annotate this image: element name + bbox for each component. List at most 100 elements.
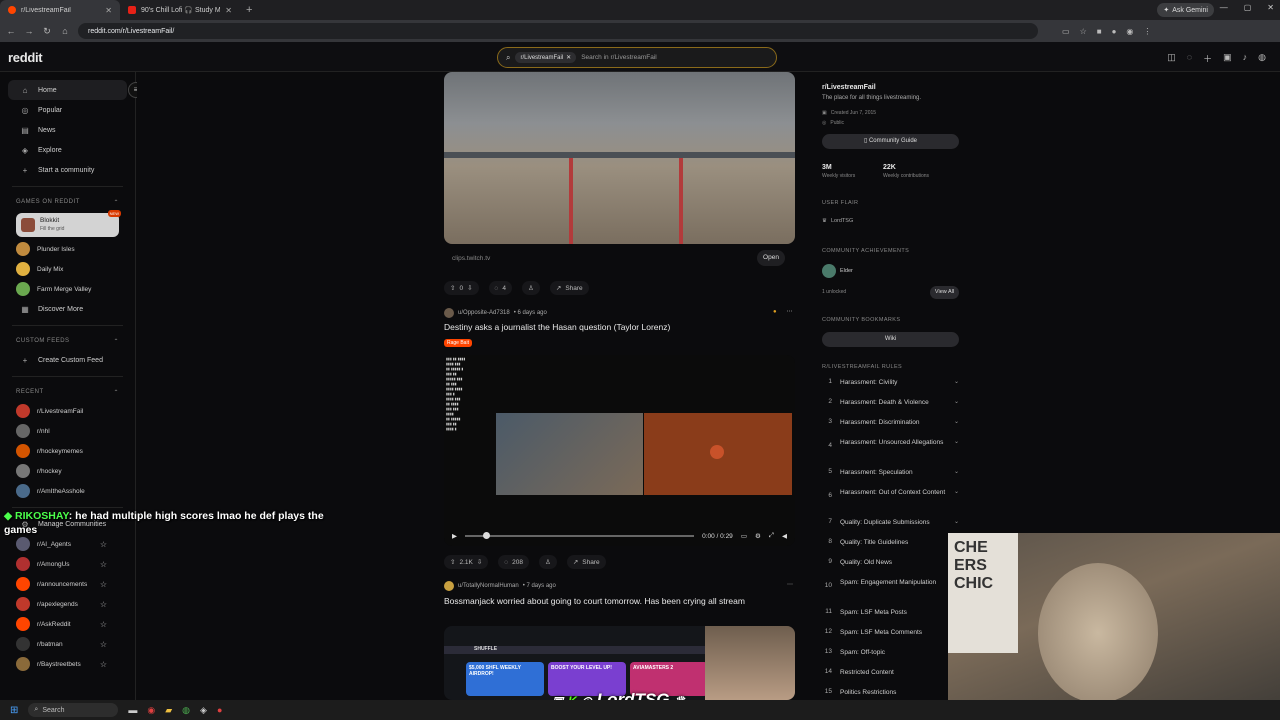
extension-icon[interactable]: ● xyxy=(1112,27,1117,36)
rule-item[interactable]: 2 Harassment: Death & Violence ⌄ xyxy=(822,398,959,407)
post-video-player[interactable]: ▮▮▮ ▮▮ ▮▮▮▮ ▮▮▮▮ ▮▮▮ ▮▮ ▮▮▮▮▮ ▮ ▮▮▮ ▮▮ ▮▮▮▮▮… xyxy=(444,355,795,546)
rule-item[interactable]: 7 Quality: Duplicate Submissions ⌄ xyxy=(822,518,959,527)
star-icon[interactable]: ☆ xyxy=(100,600,107,609)
sidebar-item-news[interactable]: ▤ News xyxy=(0,120,135,140)
notification-bell-icon[interactable]: ♪ xyxy=(1243,52,1248,65)
star-icon[interactable]: ☆ xyxy=(100,540,107,549)
wiki-button[interactable]: Wiki xyxy=(822,332,959,347)
downvote-icon[interactable]: ⇩ xyxy=(477,558,482,566)
widgets-icon[interactable]: ▬ xyxy=(128,705,137,715)
discover-more-link[interactable]: ▦ Discover More xyxy=(0,299,135,319)
community-item[interactable]: r/AskReddit ☆ xyxy=(0,614,135,634)
chat-icon[interactable]: ◌ xyxy=(1187,52,1192,65)
post-video-thumbnail[interactable] xyxy=(444,72,795,244)
award-button[interactable]: ♙ xyxy=(539,555,557,569)
rule-item[interactable]: 6 Harassment: Out of Context Content ⌄ xyxy=(822,488,959,499)
post-title[interactable]: Destiny asks a journalist the Hasan ques… xyxy=(444,322,670,332)
close-icon[interactable]: ✕ xyxy=(566,54,571,61)
community-guide-button[interactable]: ▯ Community Guide xyxy=(822,134,959,149)
star-icon[interactable]: ☆ xyxy=(100,560,107,569)
reload-icon[interactable]: ↻ xyxy=(42,26,52,37)
star-icon[interactable]: ☆ xyxy=(100,580,107,589)
sidebar-item-game[interactable]: Plunder Isles xyxy=(0,239,135,259)
award-button[interactable]: ♙ xyxy=(522,281,540,295)
games-section-header[interactable]: GAMES ON REDDIT ⌃ xyxy=(0,193,135,211)
rule-item[interactable]: 14 Restricted Content xyxy=(822,668,959,677)
sidebar-item-explore[interactable]: ◈ Explore xyxy=(0,140,135,160)
comments-button[interactable]: ◌ 208 xyxy=(498,555,530,569)
rule-item[interactable]: 10 Spam: Engagement Manipulation xyxy=(822,578,959,589)
rule-item[interactable]: 1 Harassment: Civility ⌄ xyxy=(822,378,959,387)
open-link-button[interactable]: Open xyxy=(757,250,785,266)
user-flair[interactable]: ♛ LordTSG xyxy=(822,218,853,224)
community-item[interactable]: r/apexlegends ☆ xyxy=(0,594,135,614)
cast-icon[interactable]: ▭ xyxy=(1062,27,1070,36)
sidebar-item-home[interactable]: ⌂ Home xyxy=(8,80,127,100)
rule-item[interactable]: 15 Politics Restrictions xyxy=(822,688,959,697)
menu-kebab-icon[interactable]: ⋮ xyxy=(1143,27,1151,36)
settings-icon[interactable]: ⚙ xyxy=(755,532,761,540)
captions-icon[interactable]: ▭ xyxy=(741,532,747,540)
close-icon[interactable]: ✕ xyxy=(105,6,112,15)
progress-knob[interactable] xyxy=(483,532,490,539)
close-icon[interactable]: ✕ xyxy=(225,6,232,15)
sidebar-item-game[interactable]: Farm Merge Valley xyxy=(0,279,135,299)
sidebar-item-start-community[interactable]: + Start a community xyxy=(0,160,135,180)
star-icon[interactable]: ☆ xyxy=(100,640,107,649)
subreddit-search-chip[interactable]: r/LivestreamFail ✕ xyxy=(515,52,577,63)
create-post-icon[interactable]: ＋ xyxy=(1203,52,1212,65)
app-icon[interactable]: ◈ xyxy=(200,705,207,716)
star-icon[interactable]: ☆ xyxy=(100,660,107,669)
post-flair[interactable]: Rage Bait xyxy=(444,339,472,347)
share-button[interactable]: ↗ Share xyxy=(549,281,589,295)
obs-icon[interactable]: ● xyxy=(217,705,222,715)
sidebar-item-popular[interactable]: ◎ Popular xyxy=(0,100,135,120)
post-video-thumbnail[interactable]: SHUFFLE $5,000 SHFL WEEKLY AIRDROP! BOOS… xyxy=(444,626,795,700)
share-button[interactable]: ↗ Share xyxy=(566,555,606,569)
post-author[interactable]: u/Opposite-Ad7318 xyxy=(458,310,510,316)
vote-control[interactable]: ⇧ 2.1K ⇩ xyxy=(444,555,489,569)
post-title[interactable]: Bossmanjack worried about going to court… xyxy=(444,596,745,606)
tab-livestreamfail[interactable]: r/LivestreamFail ✕ xyxy=(0,0,120,20)
recent-community-item[interactable]: r/LivestreamFail xyxy=(0,401,135,421)
new-tab-icon[interactable]: + xyxy=(240,4,258,16)
upvote-icon[interactable]: ⇧ xyxy=(450,284,455,292)
url-field[interactable]: reddit.com/r/LivestreamFail/ xyxy=(78,23,1038,39)
recent-community-item[interactable]: r/AmItheAsshole xyxy=(0,481,135,501)
comments-button[interactable]: ◌ 4 xyxy=(488,281,513,295)
rule-item[interactable]: 12 Spam: LSF Meta Comments xyxy=(822,628,959,637)
play-icon[interactable]: ▶ xyxy=(452,532,457,540)
recent-header[interactable]: RECENT ⌃ xyxy=(0,383,135,401)
recent-community-item[interactable]: r/hockeymemes xyxy=(0,441,135,461)
bookmark-star-icon[interactable]: ☆ xyxy=(1080,27,1087,36)
downvote-icon[interactable]: ⇩ xyxy=(467,284,472,292)
community-item[interactable]: r/Baystreetbets ☆ xyxy=(0,654,135,674)
ask-gemini-button[interactable]: ✦ Ask Gemini xyxy=(1157,3,1214,17)
app-icon[interactable]: ◉ xyxy=(147,705,155,716)
community-item[interactable]: r/batman ☆ xyxy=(0,634,135,654)
taskbar-search[interactable]: ⌕ Search xyxy=(28,703,119,717)
inbox-icon[interactable]: ▣ xyxy=(1223,52,1232,65)
volume-icon[interactable]: ◀ xyxy=(782,532,787,540)
rule-item[interactable]: 13 Spam: Off-topic xyxy=(822,648,959,657)
rule-item[interactable]: 5 Harassment: Speculation ⌄ xyxy=(822,468,959,477)
file-explorer-icon[interactable]: ▰ xyxy=(165,705,172,716)
link-domain[interactable]: clips.twitch.tv xyxy=(452,255,490,262)
recent-community-item[interactable]: r/hockey xyxy=(0,461,135,481)
sidebar-item-game[interactable]: Daily Mix xyxy=(0,259,135,279)
windows-start-icon[interactable]: ⊞ xyxy=(10,705,18,716)
back-icon[interactable]: ← xyxy=(6,26,16,36)
more-options-icon[interactable]: ⋯ xyxy=(787,308,793,315)
more-options-icon[interactable]: ⋯ xyxy=(787,581,793,588)
tab-lofi[interactable]: 90's Chill Lofi 🎧 Study M... ✕ xyxy=(120,0,240,20)
chrome-icon[interactable]: ◍ xyxy=(182,705,190,716)
post-author[interactable]: u/TotallyNormalHuman xyxy=(458,583,519,589)
search-input[interactable]: ⌕ r/LivestreamFail ✕ Search in r/Livestr… xyxy=(497,47,777,68)
minimize-icon[interactable]: — xyxy=(1220,3,1228,12)
upvote-icon[interactable]: ⇧ xyxy=(450,558,455,566)
maximize-icon[interactable]: ▢ xyxy=(1244,3,1252,12)
featured-game-card[interactable]: Blokkit Fill the grid NEW xyxy=(16,210,121,237)
custom-feeds-header[interactable]: CUSTOM FEEDS ⌃ xyxy=(0,332,135,350)
video-progress-bar[interactable] xyxy=(465,532,695,539)
community-item[interactable]: r/announcements ☆ xyxy=(0,574,135,594)
